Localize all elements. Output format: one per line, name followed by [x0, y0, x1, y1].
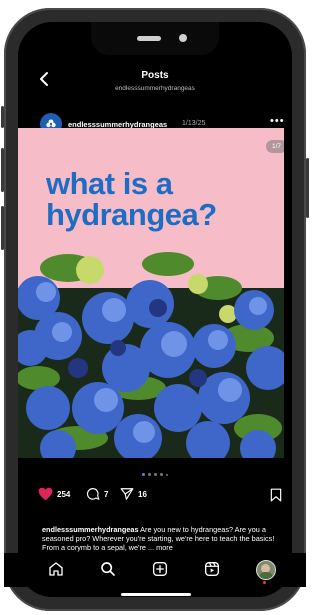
comment-count: 7 [104, 489, 109, 499]
bottom-nav [4, 553, 306, 587]
bookmark-icon[interactable] [270, 488, 282, 502]
caption-username[interactable]: endlesssummerhydrangeas [42, 525, 139, 534]
carousel-dot [160, 473, 163, 476]
image-counter: 1/7 [266, 140, 284, 153]
notch [91, 22, 219, 55]
mute-switch [1, 106, 4, 128]
volume-up-button [1, 148, 4, 192]
carousel-dots [4, 463, 306, 481]
headline-line-1: what is a [46, 166, 173, 201]
power-button [306, 158, 309, 218]
comment-icon[interactable] [86, 487, 100, 501]
create-icon[interactable] [152, 561, 168, 577]
profile-shoulders [259, 572, 273, 579]
carousel-dot [154, 473, 157, 476]
home-indicator [121, 593, 191, 596]
hydrangea-flowers-image [18, 252, 284, 458]
posts-header: Posts endlesssummerhydrangeas [18, 66, 292, 106]
reels-icon[interactable] [204, 561, 220, 577]
share-count: 16 [138, 489, 147, 499]
home-icon[interactable] [48, 561, 64, 577]
carousel-dot-active [142, 473, 145, 476]
profile-notification-dot [263, 581, 266, 584]
camera [179, 34, 187, 42]
search-icon[interactable] [100, 561, 116, 577]
post-headline: what is a hydrangea? [46, 168, 217, 230]
profile-avatar[interactable] [256, 560, 276, 580]
phone-frame: Posts endlesssummerhydrangeas endlesssum… [1, 8, 309, 611]
carousel-dot [166, 474, 168, 476]
post-caption[interactable]: endlesssummerhydrangeas Are you new to h… [42, 525, 282, 552]
share-action[interactable]: 16 [120, 487, 147, 501]
post-image[interactable]: 1/7 what is a hydrangea? [18, 128, 284, 458]
like-count: 254 [57, 489, 71, 499]
page-subtitle: endlesssummerhydrangeas [115, 85, 195, 92]
post-actions: 254 7 16 [4, 483, 306, 509]
page-title: Posts [141, 70, 169, 81]
comment-action[interactable]: 7 [86, 487, 108, 501]
post-date: 1/13/25 [182, 120, 206, 127]
carousel-dot [148, 473, 151, 476]
share-icon[interactable] [120, 487, 134, 501]
volume-down-button [1, 206, 4, 250]
heart-icon[interactable] [38, 487, 53, 501]
more-icon[interactable]: ••• [270, 115, 285, 127]
speaker [137, 36, 161, 41]
headline-line-2: hydrangea? [46, 197, 217, 232]
like-action[interactable]: 254 [38, 487, 70, 501]
